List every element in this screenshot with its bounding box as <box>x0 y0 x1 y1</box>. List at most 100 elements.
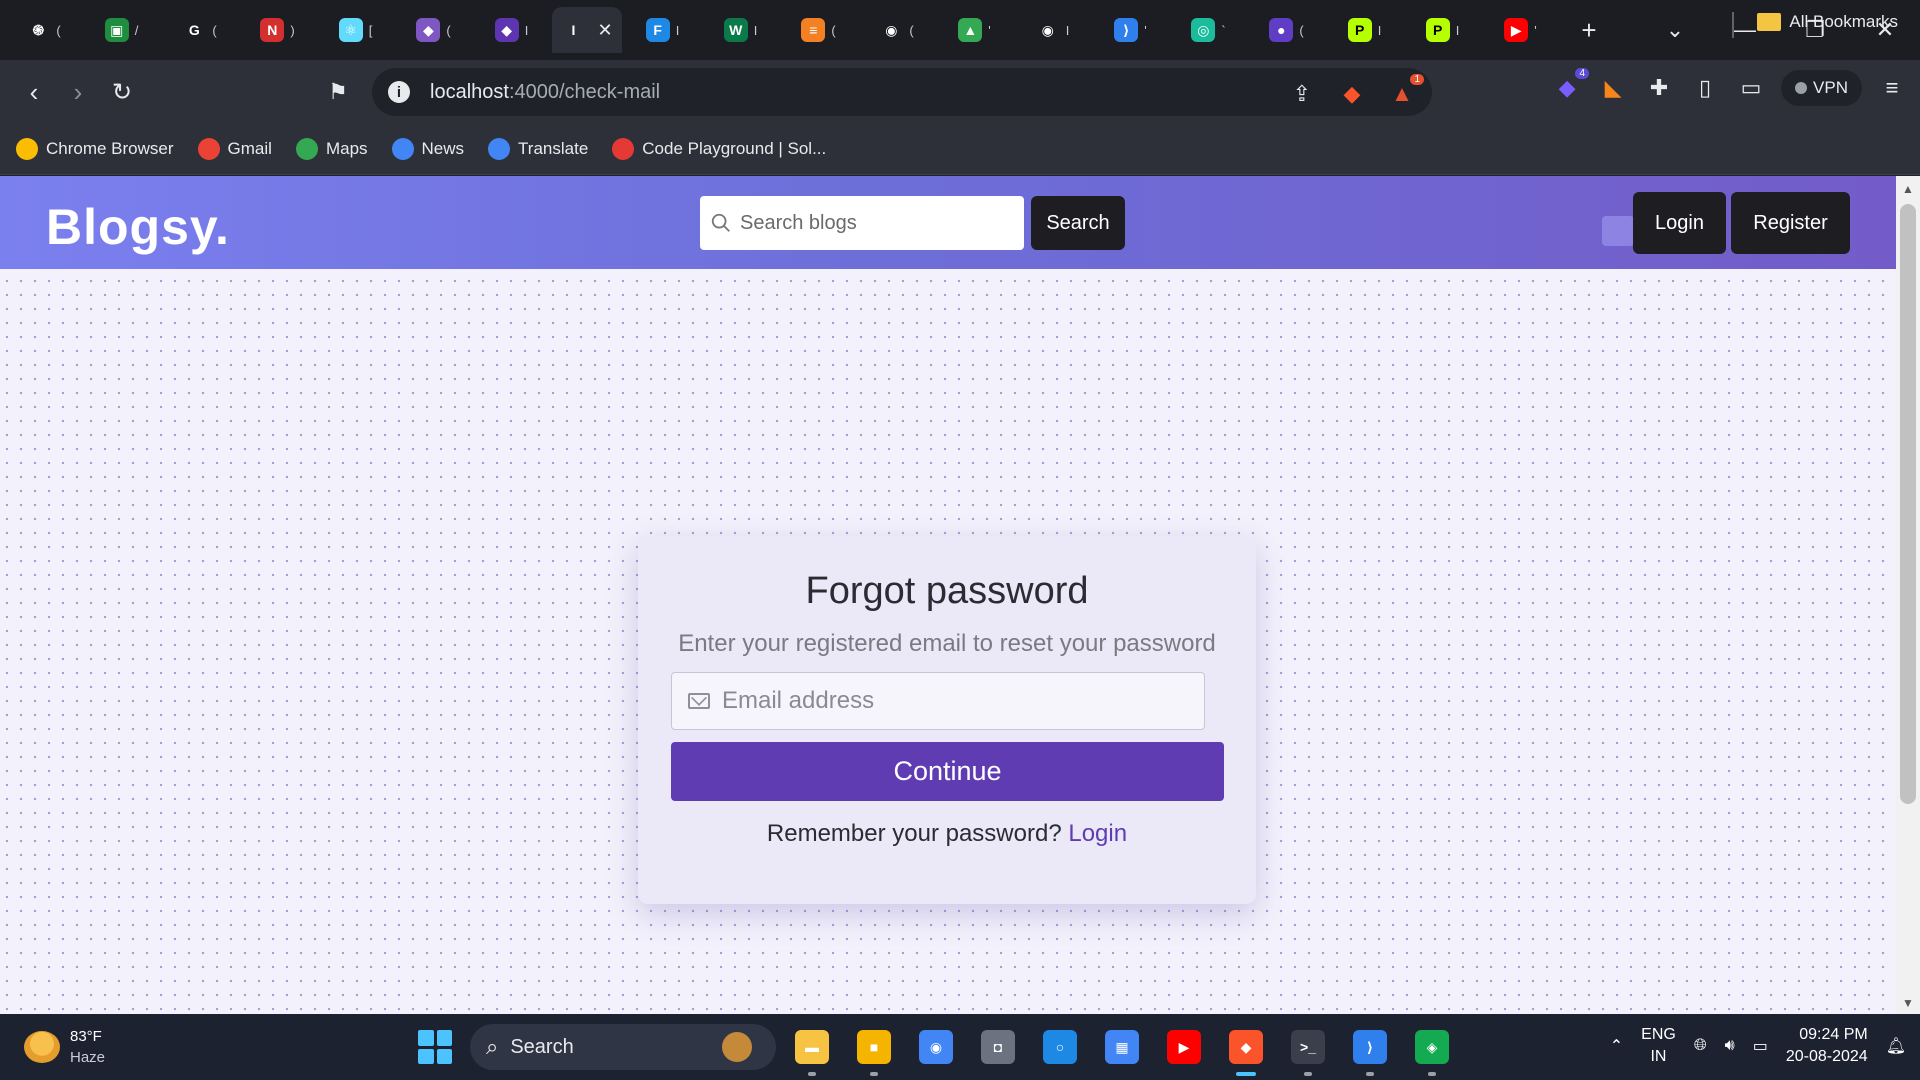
vpn-button[interactable]: VPN <box>1781 70 1862 106</box>
browser-tab[interactable]: ⚛[ <box>318 7 393 53</box>
tab-title: ( <box>909 22 914 38</box>
email-input[interactable] <box>722 687 1202 715</box>
scroll-down-arrow-icon[interactable]: ▼ <box>1902 996 1914 1010</box>
taskbar-search[interactable]: ⌕ Search <box>470 1024 776 1070</box>
tab-title: ` <box>1221 22 1226 38</box>
browser-tab[interactable]: ≡( <box>781 7 856 53</box>
metamask-icon[interactable]: ◣ <box>1597 72 1629 104</box>
scroll-up-arrow-icon[interactable]: ▲ <box>1902 182 1914 196</box>
language-indicator[interactable]: ENG IN <box>1641 1024 1676 1068</box>
tab-title: ' <box>988 22 991 38</box>
taskbar-app[interactable]: ▦ <box>1100 1024 1144 1070</box>
extensions-puzzle-icon[interactable]: ✚ <box>1643 72 1675 104</box>
chrome-icon <box>16 138 38 160</box>
browser-tab[interactable]: FI <box>625 7 700 53</box>
email-field[interactable] <box>671 672 1205 730</box>
bookmark-item[interactable]: News <box>391 138 464 160</box>
bookmark-item[interactable]: Translate <box>488 138 588 160</box>
taskbar-app[interactable]: ◉ <box>914 1024 958 1070</box>
bookmarks-divider <box>1732 12 1734 38</box>
site-info-icon[interactable]: i <box>388 81 410 103</box>
url-text[interactable]: localhost:4000/check-mail <box>430 81 660 104</box>
browser-tab[interactable]: ◉( <box>859 7 934 53</box>
battery-icon[interactable]: ▭ <box>1753 1036 1768 1056</box>
browser-tab[interactable]: ▲ ' <box>937 7 1012 53</box>
clock[interactable]: 09:24 PM 20-08-2024 <box>1786 1024 1868 1068</box>
login-button[interactable]: Login <box>1633 192 1726 254</box>
scrollbar-thumb[interactable] <box>1900 204 1916 804</box>
continue-button[interactable]: Continue <box>671 742 1224 801</box>
notification-bell-icon[interactable]: 🔔︎ <box>1886 1036 1906 1056</box>
brave-rewards-icon[interactable]: ▲ 1 <box>1386 74 1424 110</box>
forward-button[interactable]: › <box>56 70 100 114</box>
taskbar-app[interactable]: ▶ <box>1162 1024 1206 1070</box>
bookmark-item[interactable]: Maps <box>295 138 368 160</box>
search-icon: ⌕ <box>486 1034 499 1059</box>
search-button[interactable]: Search <box>1031 196 1125 250</box>
register-button[interactable]: Register <box>1731 192 1850 254</box>
stackoverflow-icon: ≡ <box>801 18 826 42</box>
react-icon: ⚛ <box>338 18 363 42</box>
vpn-status-icon <box>1795 82 1808 94</box>
all-bookmarks-button[interactable]: All Bookmarks <box>1757 12 1898 32</box>
taskbar-app[interactable]: ▬ <box>790 1024 834 1076</box>
folder-icon <box>1757 13 1782 31</box>
close-tab-icon[interactable]: ✕ <box>597 20 612 41</box>
taskbar-app[interactable]: ○ <box>1038 1024 1082 1070</box>
vscode-icon: ⟩ <box>1114 18 1139 42</box>
taskbar-app[interactable]: ◘ <box>976 1024 1020 1070</box>
browser-tab[interactable]: ◉ I <box>1015 7 1090 53</box>
page-scrollbar[interactable]: ▲ ▼ <box>1896 176 1920 1014</box>
brave-shields-icon[interactable]: ◆ <box>1336 78 1368 110</box>
browser-tab[interactable]: ֍( <box>6 7 81 53</box>
bookmark-item[interactable]: Chrome Browser <box>16 138 174 160</box>
sololearn-icon <box>612 138 635 160</box>
browser-tab[interactable]: WI <box>703 7 778 53</box>
browser-tab[interactable]: PI <box>1405 7 1480 53</box>
new-tab-button[interactable]: + <box>1567 8 1611 52</box>
login-link[interactable]: Login <box>1068 820 1127 847</box>
search-icon <box>711 213 730 232</box>
network-icon[interactable]: 🌐︎ <box>1694 1037 1707 1055</box>
cortana-icon: ○ <box>1043 1030 1077 1064</box>
address-bar[interactable]: i localhost:4000/check-mail ⇪ ◆ ▲ 1 <box>372 68 1432 116</box>
start-button[interactable] <box>418 1030 452 1064</box>
terminal-icon: >_ <box>1291 1030 1325 1064</box>
browser-tab[interactable]: ◎ ` <box>1171 7 1246 53</box>
share-icon[interactable]: ⇪ <box>1286 78 1318 110</box>
browser-tab[interactable]: ◆ I <box>474 7 549 53</box>
browser-tab[interactable]: ▣ / <box>84 7 159 53</box>
youtube-icon: ▶ <box>1167 1030 1201 1064</box>
tab-search-chevron-icon[interactable]: ⌄ <box>1640 17 1710 43</box>
taskbar-app[interactable]: ◆ <box>1224 1024 1268 1076</box>
browser-tab[interactable]: ◆( <box>396 7 471 53</box>
bookmark-item[interactable]: Gmail <box>197 138 272 160</box>
browser-tab[interactable]: ⟩ ' <box>1093 7 1168 53</box>
tab-title: ' <box>1534 22 1537 38</box>
sidebar-toggle-icon[interactable]: ▯ <box>1689 72 1721 104</box>
chevron-up-icon[interactable]: ⌃ <box>1610 1036 1623 1056</box>
blog-search-box[interactable] <box>700 196 1024 250</box>
taskbar-app[interactable]: ⟩ <box>1348 1024 1392 1076</box>
browser-tab[interactable]: ▶ ' <box>1483 7 1558 53</box>
browser-tab[interactable]: PI <box>1327 7 1402 53</box>
wallet-icon[interactable]: ▭ <box>1735 72 1767 104</box>
taskbar-app[interactable]: ■ <box>852 1024 896 1076</box>
brand-logo[interactable]: Blogsy. <box>46 198 230 256</box>
browser-tab-strip: ֍(▣ / G(N) ⚛[◆(◆ I I ✕ F I W I ≡(◉(▲ ' ◉ I ⟩ ' ◎ ` ●(P I P I ▶ '… <box>0 0 1920 60</box>
wallet-extension-icon[interactable]: ◆ 4 <box>1551 68 1590 104</box>
browser-tab[interactable]: ●( <box>1249 7 1324 53</box>
back-button[interactable]: ‹ <box>12 70 56 114</box>
menu-icon[interactable]: ≡ <box>1876 72 1908 104</box>
taskbar-app[interactable]: ◈ <box>1410 1024 1454 1076</box>
weather-widget[interactable]: 83°F Haze <box>24 1026 105 1068</box>
taskbar-app[interactable]: >_ <box>1286 1024 1330 1076</box>
bookmark-page-icon[interactable]: ⚑ <box>316 70 360 114</box>
browser-tab[interactable]: G( <box>162 7 237 53</box>
bookmark-item[interactable]: Code Playground | Sol... <box>612 138 826 160</box>
browser-tab[interactable]: N) <box>240 7 315 53</box>
browser-tab[interactable]: I ✕ <box>552 7 622 53</box>
search-input[interactable] <box>740 211 1010 235</box>
reload-button[interactable]: ↻ <box>100 70 144 114</box>
volume-icon[interactable]: 🔊︎ <box>1725 1037 1735 1055</box>
